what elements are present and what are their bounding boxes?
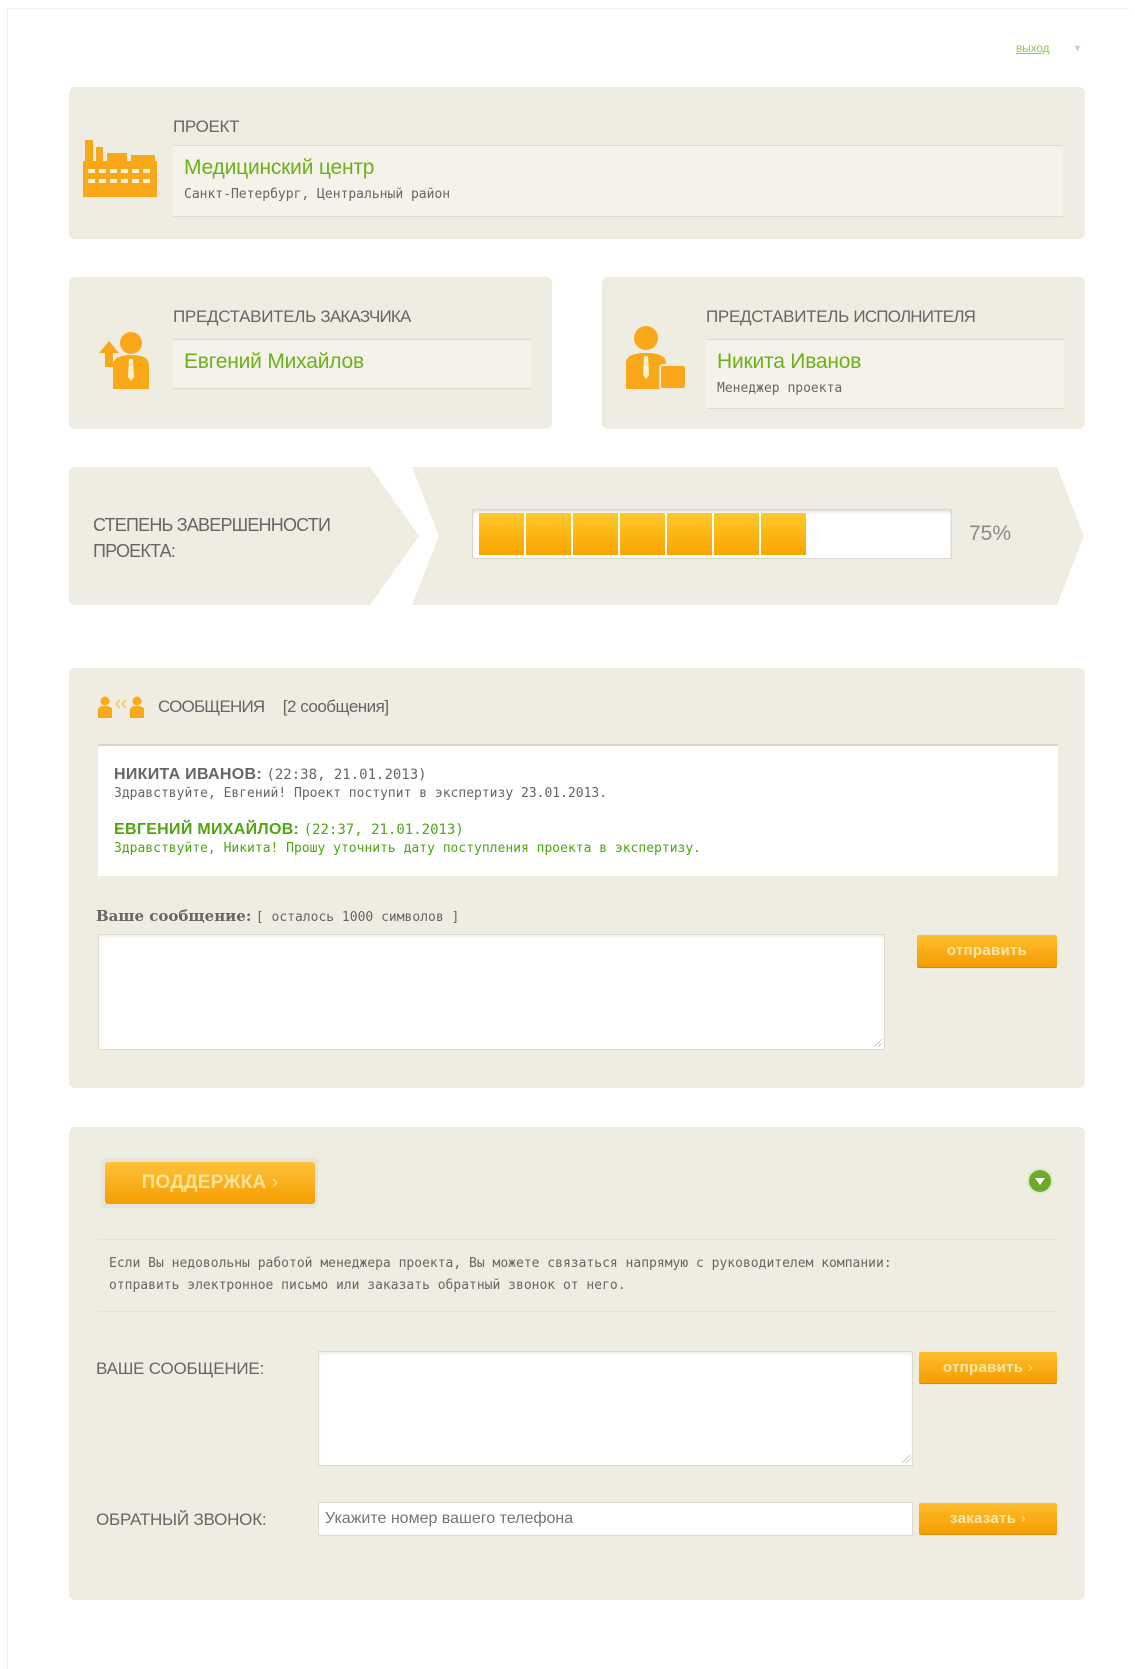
messages-title: СООБЩЕНИЯ [2 сообщения] (158, 697, 389, 717)
support-message-label: ВАШЕ СООБЩЕНИЕ: (96, 1359, 265, 1378)
logout-link[interactable]: выход (1016, 41, 1049, 55)
support-description-line2: отправить электронное письмо или заказат… (109, 1278, 626, 1293)
conversation-icon (98, 696, 144, 718)
progress-segment (667, 513, 712, 555)
messages-list: НИКИТА ИВАНОВ: (22:38, 21.01.2013) Здрав… (98, 744, 1058, 876)
message-text: Здравствуйте, Евгений! Проект поступит в… (114, 786, 608, 801)
contractor-rep-title: ПРЕДСТАВИТЕЛЬ ИСПОЛНИТЕЛЯ (706, 307, 976, 327)
divider (98, 1239, 1058, 1240)
message-textarea[interactable] (98, 934, 885, 1050)
order-callback-button[interactable]: заказать › (919, 1503, 1057, 1534)
progress-segment (761, 513, 806, 555)
resize-handle-icon[interactable] (902, 1455, 910, 1463)
project-location: Санкт-Петербург, Центральный район (184, 187, 451, 202)
progress-segment (573, 513, 618, 555)
support-message-textarea[interactable] (318, 1351, 913, 1466)
project-section-title: ПРОЕКТ (173, 117, 240, 136)
progress-bar-fill (479, 513, 808, 555)
order-callback-label: заказать (950, 1510, 1017, 1527)
order-arrow-icon: › (1016, 1510, 1026, 1527)
progress-label: СТЕПЕНЬ ЗАВЕРШЕННОСТИ ПРОЕКТА: (93, 512, 393, 564)
collapse-toggle-icon[interactable] (1029, 1170, 1051, 1192)
send-message-label: отправить (946, 942, 1028, 959)
progress-segment (714, 513, 759, 555)
customer-rep-card: Евгений Михайлов (173, 339, 531, 389)
send-arrow-icon: › (1023, 1359, 1034, 1376)
message-author: ЕВГЕНИЙ МИХАЙЛОВ: (114, 821, 300, 838)
support-description-line1: Если Вы недовольны работой менеджера про… (109, 1256, 892, 1271)
customer-rep-name: Евгений Михайлов (184, 350, 364, 373)
message-item: ЕВГЕНИЙ МИХАЙЛОВ: (22:37, 21.01.2013) Зд… (114, 821, 701, 856)
support-send-button[interactable]: отправить › (919, 1352, 1057, 1383)
progress-segment (479, 513, 524, 555)
customer-rep-title: ПРЕДСТАВИТЕЛЬ ЗАКАЗЧИКА (173, 307, 411, 327)
message-author: НИКИТА ИВАНОВ: (114, 766, 262, 783)
support-button-label: ПОДДЕРЖКА (141, 1172, 267, 1193)
support-button[interactable]: ПОДДЕРЖКА › (105, 1162, 315, 1204)
progress-label-line1: СТЕПЕНЬ ЗАВЕРШЕННОСТИ (93, 515, 331, 535)
message-time: (22:38, 21.01.2013) (266, 767, 427, 783)
message-input-label: Ваше сообщение: [ осталось 1000 символов… (96, 907, 459, 926)
support-button-frame: ПОДДЕРЖКА › (101, 1158, 318, 1208)
logout-arrow-icon: ▼ (1073, 43, 1082, 53)
contractor-rep-card: Никита Иванов Менеджер проекта (706, 339, 1064, 409)
progress-segment (526, 513, 571, 555)
contractor-rep-role: Менеджер проекта (717, 381, 843, 396)
phone-input[interactable] (318, 1502, 913, 1536)
resize-handle-icon[interactable] (874, 1039, 882, 1047)
project-panel: ПРОЕКТ Медицинский центр Санкт-Петербург… (69, 87, 1085, 239)
chars-left-counter: [ осталось 1000 символов ] (255, 910, 460, 925)
messages-count: [2 сообщения] (282, 697, 389, 716)
customer-avatar-icon (99, 332, 149, 389)
message-time: (22:37, 21.01.2013) (303, 822, 464, 838)
contractor-rep-panel: ПРЕДСТАВИТЕЛЬ ИСПОЛНИТЕЛЯ Никита Иванов … (602, 277, 1085, 429)
messages-title-text: СООБЩЕНИЯ (158, 697, 265, 716)
support-description: Если Вы недовольны работой менеджера про… (109, 1253, 1069, 1297)
message-input-label-text: Ваше сообщение: (96, 907, 252, 925)
customer-rep-title-bold: ЗАКАЗЧИКА (320, 307, 411, 326)
contractor-rep-title-bold: ИСПОЛНИТЕЛЯ (853, 307, 976, 326)
support-send-label: отправить (942, 1359, 1024, 1376)
project-name: Медицинский центр (184, 156, 375, 179)
progress-percent: 75% (969, 522, 1012, 545)
contractor-rep-name: Никита Иванов (717, 350, 862, 373)
callback-label: ОБРАТНЫЙ ЗВОНОК: (96, 1510, 267, 1529)
contractor-rep-title-prefix: ПРЕДСТАВИТЕЛЬ (706, 307, 854, 326)
message-item: НИКИТА ИВАНОВ: (22:38, 21.01.2013) Здрав… (114, 766, 607, 801)
send-message-button[interactable]: отправить (917, 935, 1057, 967)
contractor-avatar-icon (626, 326, 687, 390)
message-text: Здравствуйте, Никита! Прошу уточнить дат… (114, 841, 701, 856)
customer-rep-title-prefix: ПРЕДСТАВИТЕЛЬ (173, 307, 321, 326)
support-arrow-icon: › (271, 1172, 279, 1193)
customer-rep-panel: ПРЕДСТАВИТЕЛЬ ЗАКАЗЧИКА Евгений Михайлов (69, 277, 552, 429)
progress-label-line2: ПРОЕКТА: (93, 541, 176, 561)
progress-bar (472, 509, 952, 559)
project-card: Медицинский центр Санкт-Петербург, Центр… (173, 145, 1063, 217)
progress-segment (620, 513, 665, 555)
divider (98, 1311, 1058, 1312)
factory-icon (83, 140, 157, 197)
